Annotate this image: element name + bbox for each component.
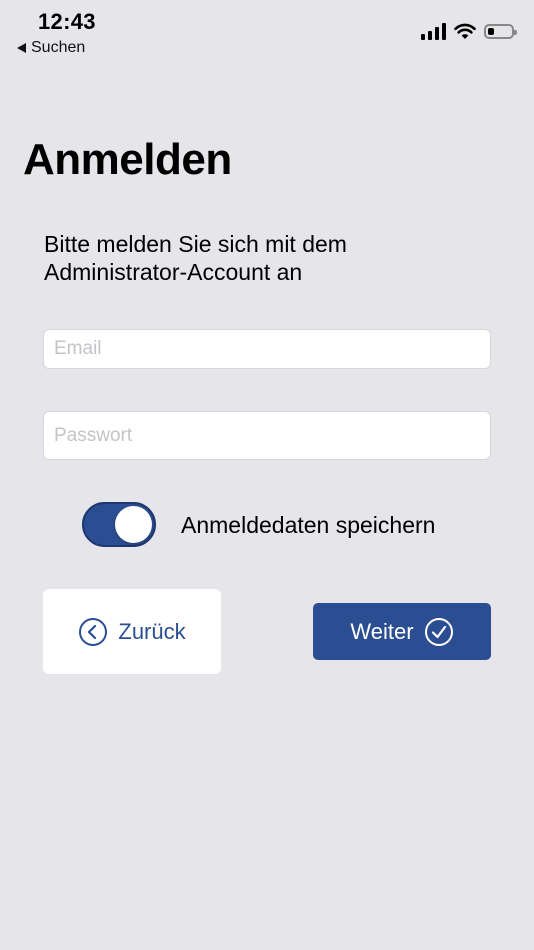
status-time: 12:43: [38, 9, 96, 34]
back-button[interactable]: Zurück: [43, 589, 221, 674]
login-instructions: Bitte melden Sie sich mit dem Administra…: [44, 231, 347, 285]
back-triangle-icon: [17, 43, 26, 53]
email-field[interactable]: [43, 329, 491, 369]
signal-icon: [421, 22, 446, 40]
toggle-knob: [115, 506, 152, 543]
back-to-app-label: Suchen: [31, 39, 86, 56]
wifi-icon: [454, 23, 476, 39]
battery-icon: [484, 23, 517, 39]
back-to-app-link[interactable]: Suchen: [17, 39, 85, 57]
status-icons: [421, 22, 517, 40]
password-field[interactable]: [43, 411, 491, 460]
check-circle-icon: [424, 617, 453, 646]
chevron-left-circle-icon: [79, 617, 108, 646]
remember-credentials-label: Anmeldedaten speichern: [181, 512, 436, 538]
page-title: Anmelden: [23, 135, 232, 184]
next-button-label: Weiter: [350, 618, 414, 644]
next-button[interactable]: Weiter: [313, 603, 491, 660]
back-button-label: Zurück: [118, 618, 186, 644]
remember-credentials-toggle[interactable]: [82, 502, 156, 547]
status-bar: 12:43 Suchen: [0, 0, 534, 64]
